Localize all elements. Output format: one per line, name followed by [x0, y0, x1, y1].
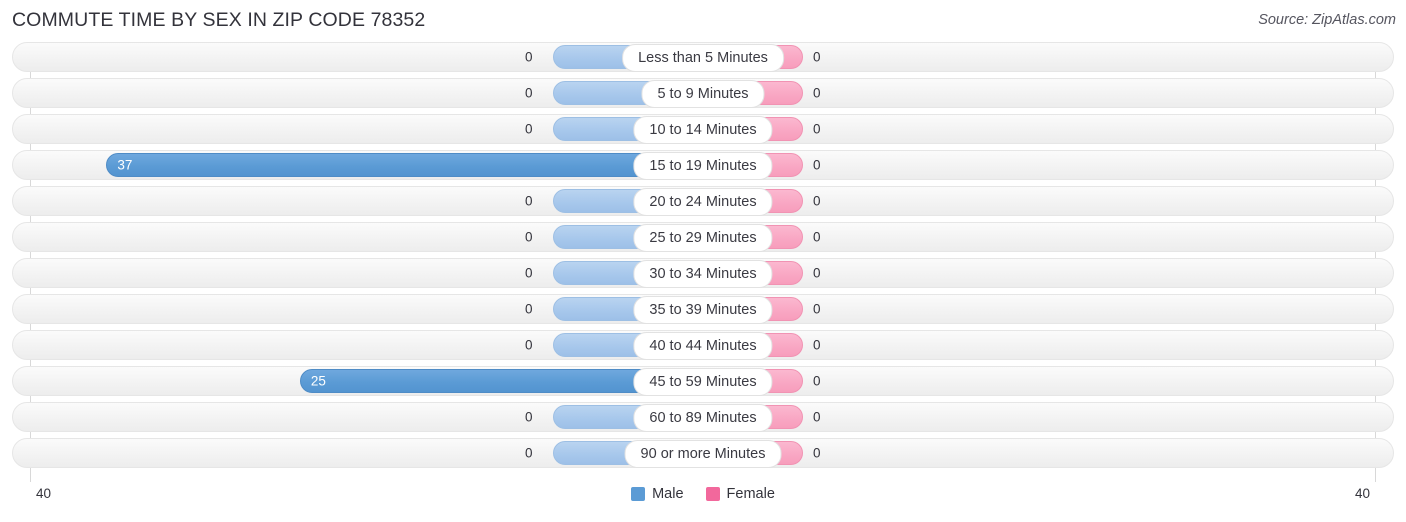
chart-row: 0 0 90 or more Minutes — [12, 438, 1394, 468]
chart-row: 0 0 60 to 89 Minutes — [12, 402, 1394, 432]
bar-value-female: 0 — [813, 121, 821, 137]
bar-value-male: 0 — [525, 445, 533, 461]
legend-swatch-male-icon — [631, 487, 646, 501]
category-label: 25 to 29 Minutes — [633, 224, 773, 252]
bar-male[interactable]: 37 — [106, 153, 703, 177]
chart-header: COMMUTE TIME BY SEX IN ZIP CODE 78352 So… — [0, 0, 1406, 42]
bar-value-female: 0 — [813, 157, 821, 173]
source-attribution: Source: ZipAtlas.com — [1258, 12, 1396, 28]
bar-value-male: 0 — [525, 337, 533, 353]
bar-value-female: 0 — [813, 49, 821, 65]
bar-value-male: 0 — [525, 409, 533, 425]
bar-value-female: 0 — [813, 193, 821, 209]
chart-row: 0 0 30 to 34 Minutes — [12, 258, 1394, 288]
bar-value-female: 0 — [813, 409, 821, 425]
row-bars: 0 0 30 to 34 Minutes — [12, 258, 1394, 288]
row-bars: 0 0 40 to 44 Minutes — [12, 330, 1394, 360]
row-bars: 37 0 15 to 19 Minutes — [12, 150, 1394, 180]
chart-legend: Male Female — [0, 486, 1406, 502]
row-bars: 0 0 25 to 29 Minutes — [12, 222, 1394, 252]
category-label: 60 to 89 Minutes — [633, 404, 773, 432]
row-bars: 25 0 45 to 59 Minutes — [12, 366, 1394, 396]
row-bars: 0 0 60 to 89 Minutes — [12, 402, 1394, 432]
category-label: 35 to 39 Minutes — [633, 296, 773, 324]
legend-label-male: Male — [652, 486, 684, 502]
bar-value-female: 0 — [813, 373, 821, 389]
bar-value-female: 0 — [813, 265, 821, 281]
legend-label-female: Female — [726, 486, 775, 502]
page-title: COMMUTE TIME BY SEX IN ZIP CODE 78352 — [12, 9, 426, 31]
legend-swatch-female-icon — [705, 487, 720, 501]
row-bars: 0 0 Less than 5 Minutes — [12, 42, 1394, 72]
chart-row: 0 0 35 to 39 Minutes — [12, 294, 1394, 324]
category-label: 10 to 14 Minutes — [633, 116, 773, 144]
bar-value-male: 25 — [310, 373, 326, 389]
bar-value-female: 0 — [813, 445, 821, 461]
chart-row: 0 0 5 to 9 Minutes — [12, 78, 1394, 108]
category-label: 30 to 34 Minutes — [633, 260, 773, 288]
bar-value-female: 0 — [813, 337, 821, 353]
row-bars: 0 0 20 to 24 Minutes — [12, 186, 1394, 216]
chart-row: 0 0 Less than 5 Minutes — [12, 42, 1394, 72]
legend-item-female[interactable]: Female — [705, 486, 775, 502]
chart-row: 0 0 40 to 44 Minutes — [12, 330, 1394, 360]
row-bars: 0 0 35 to 39 Minutes — [12, 294, 1394, 324]
row-bars: 0 0 10 to 14 Minutes — [12, 114, 1394, 144]
category-label: 20 to 24 Minutes — [633, 188, 773, 216]
bar-value-female: 0 — [813, 301, 821, 317]
category-label: 40 to 44 Minutes — [633, 332, 773, 360]
chart-row: 0 0 25 to 29 Minutes — [12, 222, 1394, 252]
bar-value-female: 0 — [813, 85, 821, 101]
bar-value-male: 0 — [525, 301, 533, 317]
chart-row: 37 0 15 to 19 Minutes — [12, 150, 1394, 180]
legend-item-male[interactable]: Male — [631, 486, 684, 502]
chart-row: 0 0 10 to 14 Minutes — [12, 114, 1394, 144]
category-label: 90 or more Minutes — [624, 440, 782, 468]
bar-value-male: 37 — [117, 157, 133, 173]
chart-footer: 40 40 Male Female — [0, 482, 1406, 516]
bar-value-male: 0 — [525, 229, 533, 245]
category-label: 15 to 19 Minutes — [633, 152, 773, 180]
chart-plot-area: 0 0 Less than 5 Minutes 0 0 5 to 9 Minutes 0 0 1… — [0, 42, 1406, 482]
bar-value-male: 0 — [525, 193, 533, 209]
bar-value-male: 0 — [525, 265, 533, 281]
bar-value-male: 0 — [525, 121, 533, 137]
category-label: 5 to 9 Minutes — [641, 80, 765, 108]
bar-value-female: 0 — [813, 229, 821, 245]
bar-value-male: 0 — [525, 49, 533, 65]
bar-value-male: 0 — [525, 85, 533, 101]
row-bars: 0 0 90 or more Minutes — [12, 438, 1394, 468]
chart-row: 25 0 45 to 59 Minutes — [12, 366, 1394, 396]
category-label: Less than 5 Minutes — [622, 44, 784, 72]
category-label: 45 to 59 Minutes — [633, 368, 773, 396]
row-bars: 0 0 5 to 9 Minutes — [12, 78, 1394, 108]
chart-row: 0 0 20 to 24 Minutes — [12, 186, 1394, 216]
